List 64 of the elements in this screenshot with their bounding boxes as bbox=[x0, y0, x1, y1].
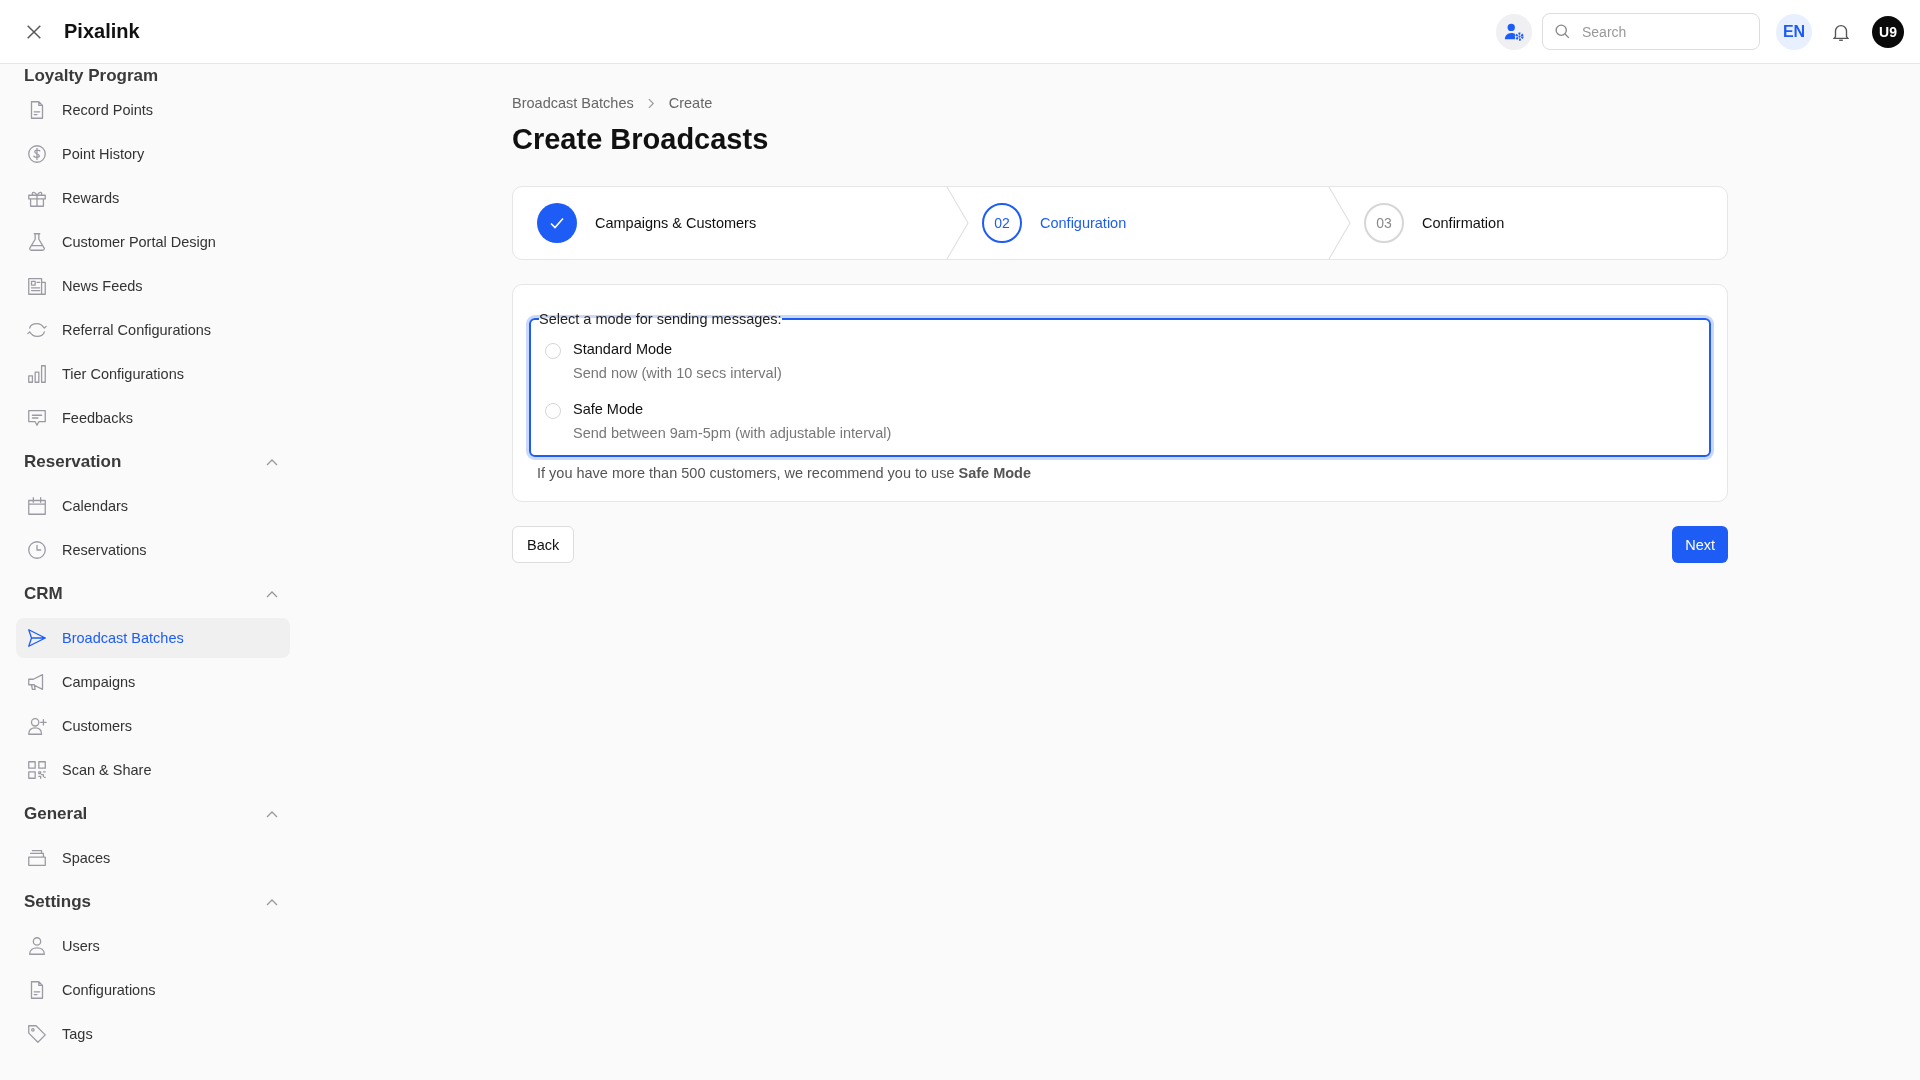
sidebar-item[interactable]: Spaces bbox=[16, 838, 290, 878]
step-label: Confirmation bbox=[1422, 215, 1505, 231]
user-icon bbox=[26, 935, 48, 957]
sidebar-item[interactable]: Customers bbox=[16, 706, 290, 746]
dollar-icon bbox=[26, 143, 48, 165]
chevron-icon[interactable] bbox=[266, 458, 278, 466]
chevron-icon[interactable] bbox=[266, 590, 278, 598]
breadcrumb-link[interactable]: Broadcast Batches bbox=[512, 95, 634, 111]
next-button[interactable]: Next bbox=[1672, 526, 1728, 563]
clock-icon bbox=[26, 539, 48, 561]
calendar-icon bbox=[26, 495, 48, 517]
stack-icon bbox=[26, 847, 48, 869]
chat-icon bbox=[26, 407, 48, 429]
sidebar-item[interactable]: Tier Configurations bbox=[16, 354, 290, 394]
chevron-icon bbox=[647, 97, 655, 109]
newspaper-icon bbox=[26, 275, 48, 297]
tag-icon bbox=[26, 1023, 48, 1045]
option-title: Standard Mode bbox=[573, 341, 674, 357]
qr-code-icon bbox=[26, 759, 48, 781]
sidebar-item[interactable]: Configurations bbox=[16, 970, 290, 1010]
flask-icon bbox=[26, 231, 48, 253]
chevron-icon[interactable] bbox=[266, 810, 278, 818]
option-description: Send now (with 10 secs interval) bbox=[573, 365, 782, 381]
sidebar-item[interactable]: Rewards bbox=[16, 178, 290, 218]
sidebar-item[interactable]: Record Points bbox=[16, 90, 290, 130]
mode-radio-group[interactable]: Select a mode for sending messages: Standard Mode Send now (with 10 secs interval) Safe Mode Send between 9am-5pm (with adjustable interval) bbox=[529, 311, 1711, 457]
app-title: Pixalink bbox=[64, 20, 140, 43]
sidebar-item[interactable]: Reservations bbox=[16, 530, 290, 570]
section-heading: Settings bbox=[24, 892, 92, 912]
chevron-icon[interactable] bbox=[266, 898, 278, 906]
sidebar-item[interactable]: News Feeds bbox=[16, 266, 290, 306]
sidebar-item[interactable]: Scan & Share bbox=[16, 750, 290, 790]
breadcrumb-link[interactable]: Create bbox=[668, 95, 713, 111]
sidebar-item[interactable]: Calendars bbox=[16, 486, 290, 526]
sidebar-item[interactable]: Customer Portal Design bbox=[16, 222, 290, 262]
send-icon bbox=[26, 627, 48, 649]
option-description: Send between 9am-5pm (with adjustable interval) bbox=[573, 425, 892, 441]
user-avatar[interactable]: U9 bbox=[1872, 15, 1904, 48]
language-button[interactable]: EN bbox=[1776, 13, 1812, 50]
user-settings-button[interactable] bbox=[1496, 13, 1532, 50]
page-title: Create Broadcasts bbox=[512, 123, 770, 156]
sidebar-item[interactable]: Users bbox=[16, 926, 290, 966]
section-heading: Reservation bbox=[24, 452, 122, 472]
user-plus-icon bbox=[26, 715, 48, 737]
step-number: 02 bbox=[982, 203, 1022, 243]
sidebar-item[interactable]: Referral Configurations bbox=[16, 310, 290, 350]
sidebar-item[interactable]: Broadcast Batches bbox=[16, 618, 290, 658]
field-label: Select a mode for sending messages: bbox=[539, 311, 782, 327]
step-label: Campaigns & Customers bbox=[595, 215, 757, 231]
section-heading: CRM bbox=[24, 584, 63, 604]
bar-chart-icon bbox=[26, 363, 48, 385]
back-button[interactable]: Back bbox=[512, 526, 575, 563]
section-heading: Loyalty Program bbox=[24, 66, 159, 86]
hint-text: If you have more than 500 customers, we recommend you to use Safe Mode bbox=[537, 465, 1033, 481]
sidebar-item[interactable]: Feedbacks bbox=[16, 398, 290, 438]
option-title: Safe Mode bbox=[573, 401, 645, 417]
search-field[interactable]: Search bbox=[1542, 13, 1760, 50]
step-number: 03 bbox=[1364, 203, 1404, 243]
close-icon[interactable] bbox=[25, 22, 43, 41]
sidebar-item[interactable]: Point History bbox=[16, 134, 290, 174]
sidebar-item[interactable]: Campaigns bbox=[16, 662, 290, 702]
section-heading: General bbox=[24, 804, 88, 824]
step-label: Configuration bbox=[1040, 215, 1127, 231]
sidebar-item[interactable]: Tags bbox=[16, 1014, 290, 1054]
